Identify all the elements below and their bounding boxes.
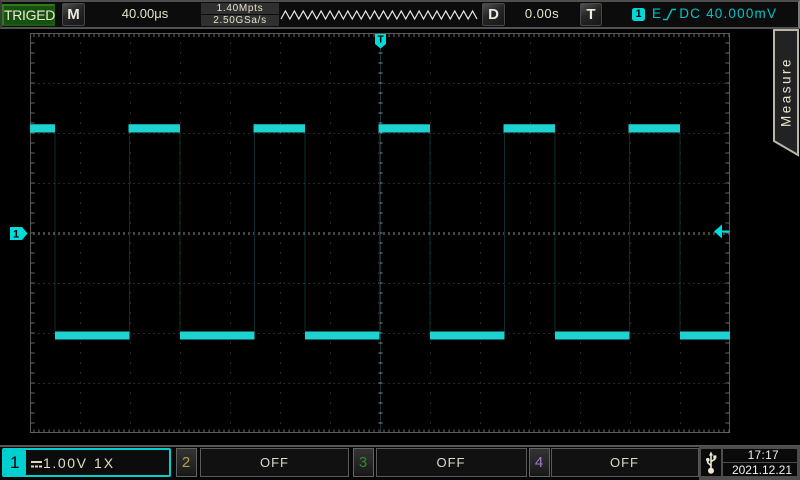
svg-text:1: 1 xyxy=(13,229,19,241)
svg-text:Measure: Measure xyxy=(779,57,794,127)
svg-text:T: T xyxy=(378,35,384,46)
